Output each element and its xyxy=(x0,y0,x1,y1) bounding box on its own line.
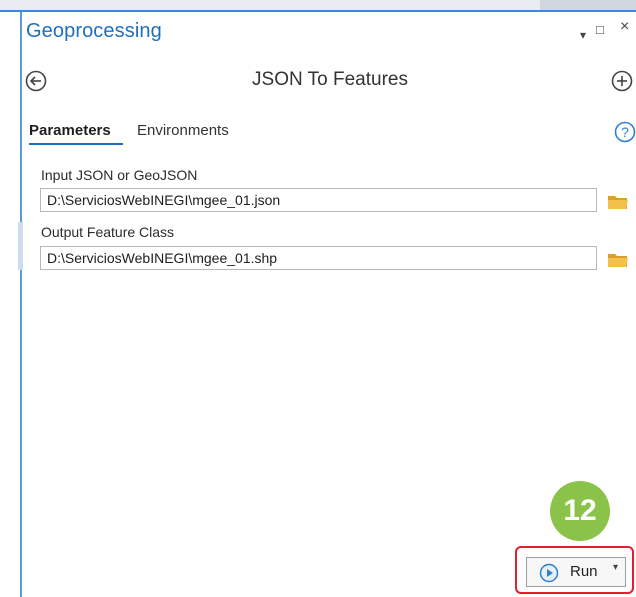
play-icon xyxy=(539,563,559,583)
step-number-badge: 12 xyxy=(550,481,610,541)
selected-row-indicator xyxy=(18,222,23,270)
output-browse-button[interactable] xyxy=(607,251,629,269)
active-tab-indicator xyxy=(29,143,123,145)
input-json-label: Input JSON or GeoJSON xyxy=(41,167,198,183)
top-strip-fragment xyxy=(540,0,636,10)
run-button[interactable]: Run ▾ xyxy=(526,557,626,587)
folder-icon xyxy=(608,196,628,209)
pane-title: Geoprocessing xyxy=(26,20,162,42)
add-icon xyxy=(611,70,633,92)
tool-title: JSON To Features xyxy=(252,69,408,90)
maximize-button[interactable]: □ xyxy=(596,22,604,37)
run-label: Run xyxy=(570,563,598,580)
output-feature-class-field[interactable]: D:\ServiciosWebINEGI\mgee_01.shp xyxy=(40,246,597,270)
top-window-strip xyxy=(0,0,636,10)
pane-left-border xyxy=(20,12,22,597)
tab-environments[interactable]: Environments xyxy=(137,122,229,139)
output-feature-class-label: Output Feature Class xyxy=(41,224,175,240)
add-button[interactable] xyxy=(611,70,633,92)
folder-icon xyxy=(608,254,628,267)
input-browse-button[interactable] xyxy=(607,193,629,211)
help-button[interactable]: ? xyxy=(614,121,636,143)
close-button[interactable]: × xyxy=(620,18,629,36)
pane-top-accent xyxy=(0,10,636,12)
tab-parameters[interactable]: Parameters xyxy=(29,122,111,139)
pane-options-dropdown[interactable]: ▾ xyxy=(580,28,586,42)
help-icon: ? xyxy=(614,121,636,143)
input-json-field[interactable]: D:\ServiciosWebINEGI\mgee_01.json xyxy=(40,188,597,212)
chevron-down-icon[interactable]: ▾ xyxy=(613,562,618,573)
svg-text:?: ? xyxy=(621,124,629,140)
